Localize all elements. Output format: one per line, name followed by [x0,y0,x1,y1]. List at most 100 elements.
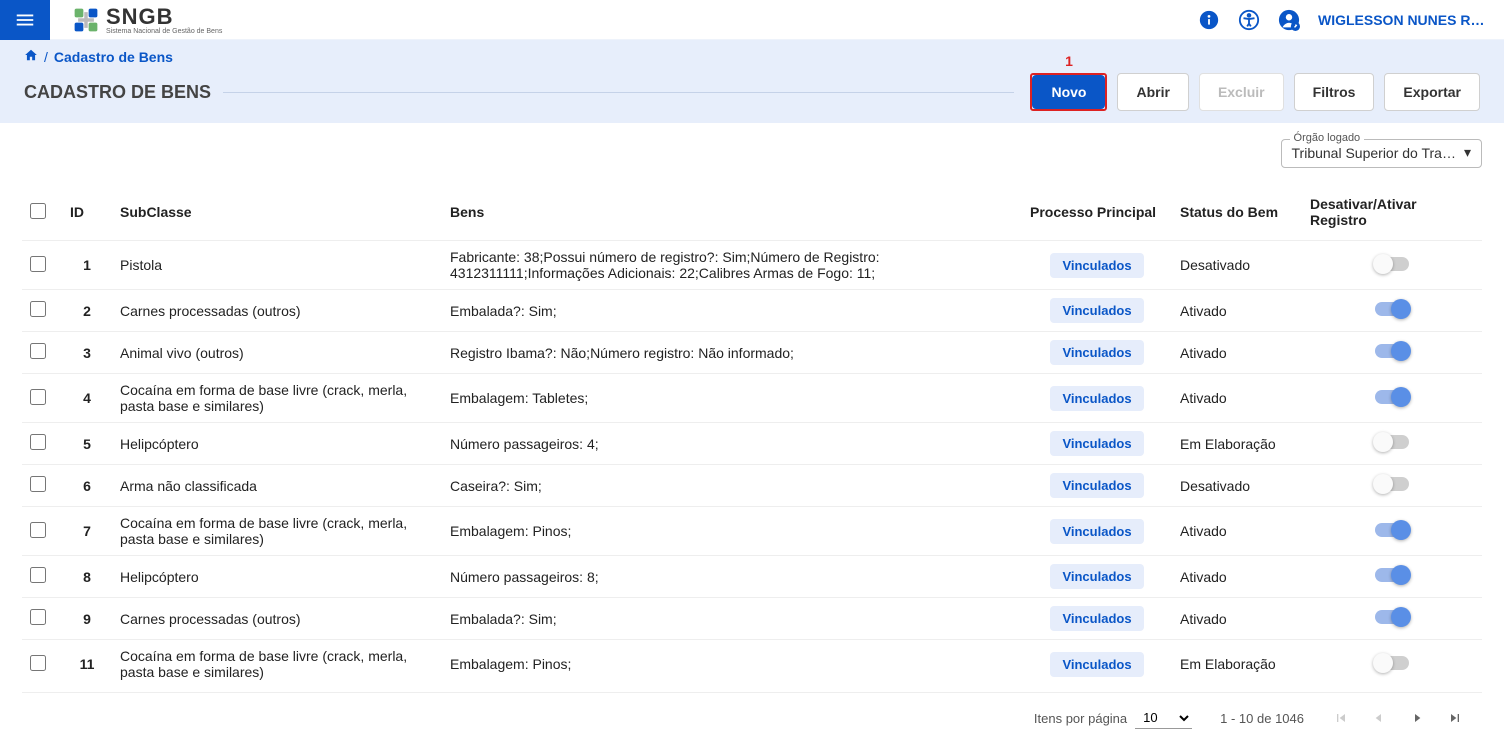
toggle-switch[interactable] [1375,390,1409,404]
cell-status: Ativado [1172,374,1302,423]
vinculados-chip[interactable]: Vinculados [1050,431,1143,456]
row-checkbox[interactable] [30,256,46,272]
page-size-dropdown[interactable]: 10 [1135,707,1192,729]
cell-id: 7 [62,507,112,556]
page-size-select[interactable]: Itens por página 10 [1034,707,1192,729]
vinculados-chip[interactable]: Vinculados [1050,606,1143,631]
cell-id: 5 [62,423,112,465]
cell-subclasse: Helipcóptero [112,423,442,465]
cell-bens: Número passageiros: 8; [442,556,1022,598]
next-page-icon[interactable] [1408,709,1426,727]
vinculados-chip[interactable]: Vinculados [1050,652,1143,677]
topbar-icons: WIGLESSON NUNES RO… [1198,9,1504,31]
vinculados-chip[interactable]: Vinculados [1050,298,1143,323]
pagination-range: 1 - 10 de 1046 [1220,711,1304,726]
info-icon[interactable] [1198,9,1220,31]
cell-subclasse: Carnes processadas (outros) [112,598,442,640]
filtros-button[interactable]: Filtros [1294,73,1375,111]
header-toggle[interactable]: Desativar/Ativar Registro [1302,186,1482,241]
table-row[interactable]: 2Carnes processadas (outros)Embalada?: S… [22,290,1482,332]
row-checkbox[interactable] [30,343,46,359]
row-checkbox[interactable] [30,301,46,317]
toggle-switch[interactable] [1375,344,1409,358]
table-row[interactable]: 9Carnes processadas (outros)Embalada?: S… [22,598,1482,640]
toggle-switch[interactable] [1375,523,1409,537]
cell-bens: Embalada?: Sim; [442,290,1022,332]
vinculados-chip[interactable]: Vinculados [1050,519,1143,544]
last-page-icon[interactable] [1446,709,1464,727]
header-processo[interactable]: Processo Principal [1022,186,1172,241]
cell-subclasse: Cocaína em forma de base livre (crack, m… [112,640,442,689]
table-row[interactable]: 6Arma não classificadaCaseira?: Sim;Vinc… [22,465,1482,507]
user-name[interactable]: WIGLESSON NUNES RO… [1318,12,1488,28]
logo-text: SNGB [106,4,222,30]
orgao-value: Tribunal Superior do Tra… [1292,145,1456,161]
select-all-checkbox[interactable] [30,203,46,219]
accessibility-icon[interactable] [1238,9,1260,31]
hamburger-icon [14,9,36,31]
table-row[interactable]: 11Cocaína em forma de base livre (crack,… [22,640,1482,689]
row-checkbox[interactable] [30,655,46,671]
row-checkbox[interactable] [30,522,46,538]
items-per-page-label: Itens por página [1034,711,1127,726]
table-row[interactable]: 5HelipcópteroNúmero passageiros: 4;Vincu… [22,423,1482,465]
page-title: CADASTRO DE BENS [24,82,211,103]
header-id[interactable]: ID [62,186,112,241]
row-checkbox[interactable] [30,389,46,405]
content: Órgão logado Tribunal Superior do Tra… ▾… [0,123,1504,743]
cell-status: Em Elaboração [1172,423,1302,465]
toggle-switch[interactable] [1375,477,1409,491]
cell-status: Ativado [1172,598,1302,640]
title-divider [223,92,1014,93]
menu-button[interactable] [0,0,50,40]
exportar-button[interactable]: Exportar [1384,73,1480,111]
cell-bens: Embalagem: Pinos; [442,640,1022,689]
table-row[interactable]: 1PistolaFabricante: 38;Possui número de … [22,241,1482,290]
header-subclasse[interactable]: SubClasse [112,186,442,241]
row-checkbox[interactable] [30,609,46,625]
vinculados-chip[interactable]: Vinculados [1050,253,1143,278]
row-checkbox[interactable] [30,434,46,450]
vinculados-chip[interactable]: Vinculados [1050,340,1143,365]
orgao-select[interactable]: Órgão logado Tribunal Superior do Tra… ▾ [1281,139,1482,168]
toggle-switch[interactable] [1375,257,1409,271]
table-row[interactable]: 3Animal vivo (outros)Registro Ibama?: Nã… [22,332,1482,374]
vinculados-chip[interactable]: Vinculados [1050,473,1143,498]
prev-page-icon [1370,709,1388,727]
table-row[interactable]: 7Cocaína em forma de base livre (crack, … [22,507,1482,556]
cell-id: 1 [62,241,112,290]
header-bens[interactable]: Bens [442,186,1022,241]
cell-subclasse: Animal vivo (outros) [112,332,442,374]
abrir-button[interactable]: Abrir [1117,73,1188,111]
title-row: CADASTRO DE BENS 1 Novo Abrir Excluir Fi… [24,73,1480,111]
row-checkbox[interactable] [30,476,46,492]
cell-id: 8 [62,556,112,598]
breadcrumb-separator: / [44,49,48,65]
cell-subclasse: Cocaína em forma de base livre (crack, m… [112,374,442,423]
pagination: Itens por página 10 1 - 10 de 1046 [22,692,1482,743]
user-icon[interactable] [1278,9,1300,31]
novo-button[interactable]: Novo [1032,75,1105,109]
toggle-switch[interactable] [1375,302,1409,316]
row-checkbox[interactable] [30,567,46,583]
cell-id: 2 [62,290,112,332]
toggle-switch[interactable] [1375,435,1409,449]
logo-subtitle: Sistema Nacional de Gestão de Bens [106,28,222,35]
toggle-switch[interactable] [1375,656,1409,670]
data-table: ID SubClasse Bens Processo Principal Sta… [22,186,1482,688]
novo-button-highlight: 1 Novo [1030,73,1107,111]
cell-bens: Embalada?: Sim; [442,598,1022,640]
cell-bens: Registro Ibama?: Não;Número registro: Nã… [442,332,1022,374]
breadcrumb-current[interactable]: Cadastro de Bens [54,49,173,65]
table-row[interactable]: 8HelipcópteroNúmero passageiros: 8;Vincu… [22,556,1482,598]
breadcrumb-home[interactable] [24,48,38,65]
highlight-marker: 1 [1065,53,1073,69]
orgao-label: Órgão logado [1290,132,1365,144]
header-status[interactable]: Status do Bem [1172,186,1302,241]
table-row[interactable]: 4Cocaína em forma de base livre (crack, … [22,374,1482,423]
vinculados-chip[interactable]: Vinculados [1050,386,1143,411]
toggle-switch[interactable] [1375,610,1409,624]
toggle-switch[interactable] [1375,568,1409,582]
logo[interactable]: SNGB Sistema Nacional de Gestão de Bens [72,4,222,35]
vinculados-chip[interactable]: Vinculados [1050,564,1143,589]
